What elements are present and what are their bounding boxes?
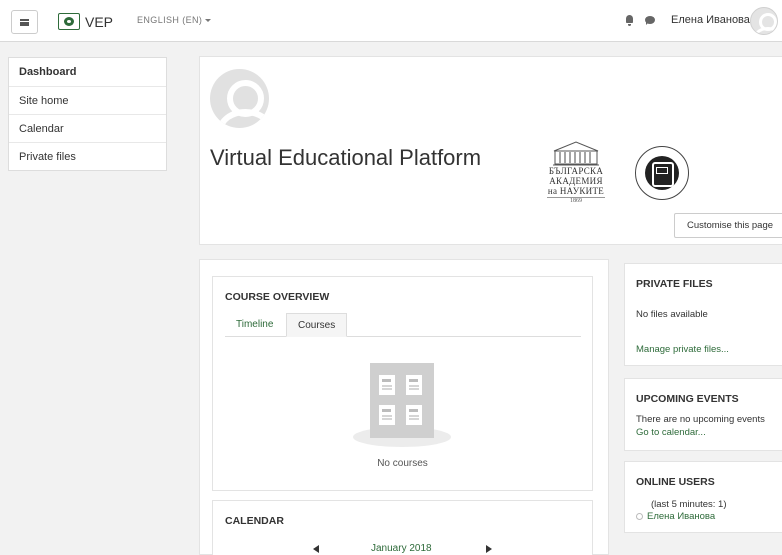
- upcoming-events-empty-text: There are no upcoming events: [636, 414, 765, 425]
- page-header: Virtual Educational Platform БЪЛГАРСКА А…: [199, 56, 782, 245]
- user-menu-name[interactable]: Елена Иванова: [671, 14, 750, 26]
- nav-drawer: Dashboard Site home Calendar Private fil…: [0, 43, 183, 555]
- tab-courses[interactable]: Courses: [286, 313, 348, 337]
- bas-logo-line-3: на НАУКИТЕ: [547, 186, 605, 196]
- private-files-empty-text: No files available: [636, 309, 708, 320]
- academy-building-icon: [553, 141, 599, 166]
- no-courses-icon: [370, 363, 434, 438]
- page-title: Virtual Educational Platform: [210, 145, 482, 170]
- brand-name: VEP: [85, 13, 114, 30]
- next-month-icon[interactable]: [486, 545, 492, 553]
- calendar-month[interactable]: January 2018: [371, 543, 432, 554]
- course-overview-tabs: Timeline Courses: [225, 313, 581, 337]
- bas-logo-line-2: АКАДЕМИЯ: [549, 176, 603, 186]
- language-menu[interactable]: ENGLISH (EN): [137, 15, 212, 25]
- vep-logo-icon: [58, 13, 80, 30]
- course-overview-title: COURSE OVERVIEW: [225, 291, 330, 303]
- nav-list: Dashboard Site home Calendar Private fil…: [8, 57, 167, 171]
- online-users-title: ONLINE USERS: [636, 476, 715, 488]
- upcoming-events-title: UPCOMING EVENTS: [636, 393, 739, 405]
- user-icon: [636, 513, 643, 520]
- go-to-calendar-link[interactable]: Go to calendar...: [636, 427, 706, 439]
- course-card-icon: [406, 405, 422, 425]
- notifications-bell-icon[interactable]: [625, 15, 634, 26]
- calendar-navigation: January 2018: [213, 543, 592, 555]
- upcoming-events-block: UPCOMING EVENTS There are no upcoming ev…: [624, 378, 782, 451]
- bas-logo: БЪЛГАРСКА АКАДЕМИЯ на НАУКИТЕ 1869: [539, 140, 613, 204]
- nav-item-dashboard[interactable]: Dashboard: [9, 58, 166, 86]
- institute-seal-icon: [635, 146, 689, 200]
- course-card-icon: [379, 405, 395, 425]
- course-card-icon: [379, 375, 395, 395]
- online-users-block: ONLINE USERS (last 5 minutes: 1) Елена И…: [624, 461, 782, 533]
- menu-toggle-button[interactable]: [11, 10, 38, 34]
- private-files-block: PRIVATE FILES No files available Manage …: [624, 263, 782, 366]
- caret-down-icon: [205, 19, 212, 23]
- online-users-summary: (last 5 minutes: 1): [651, 499, 727, 510]
- profile-avatar: [210, 69, 269, 128]
- bas-logo-line-1: БЪЛГАРСКА: [548, 166, 604, 176]
- user-avatar[interactable]: [750, 7, 778, 35]
- course-overview-block: COURSE OVERVIEW Timeline Courses No cour…: [212, 276, 593, 491]
- course-card-icon: [406, 375, 422, 395]
- seal-emblem: [645, 156, 679, 190]
- private-files-title: PRIVATE FILES: [636, 278, 713, 290]
- manage-private-files-link[interactable]: Manage private files...: [636, 344, 729, 356]
- previous-month-icon[interactable]: [313, 545, 319, 553]
- nav-item-calendar[interactable]: Calendar: [9, 114, 166, 142]
- calendar-block: CALENDAR January 2018: [212, 500, 593, 555]
- nav-item-site-home[interactable]: Site home: [9, 86, 166, 114]
- no-courses-text: No courses: [377, 458, 428, 469]
- tab-timeline[interactable]: Timeline: [225, 313, 284, 337]
- main-region: COURSE OVERVIEW Timeline Courses No cour…: [199, 259, 609, 555]
- language-label: ENGLISH (EN): [137, 15, 203, 25]
- hamburger-icon: [20, 18, 29, 26]
- calendar-title: CALENDAR: [225, 515, 284, 527]
- nav-item-private-files[interactable]: Private files: [9, 142, 166, 170]
- bas-logo-year: 1869: [547, 197, 605, 204]
- customise-page-button[interactable]: Customise this page: [674, 213, 782, 238]
- top-navbar: VEP ENGLISH (EN) Елена Иванова: [0, 0, 782, 42]
- messages-chat-icon[interactable]: [645, 16, 655, 25]
- online-user-link[interactable]: Елена Иванова: [647, 511, 715, 523]
- site-brand[interactable]: VEP: [58, 13, 113, 30]
